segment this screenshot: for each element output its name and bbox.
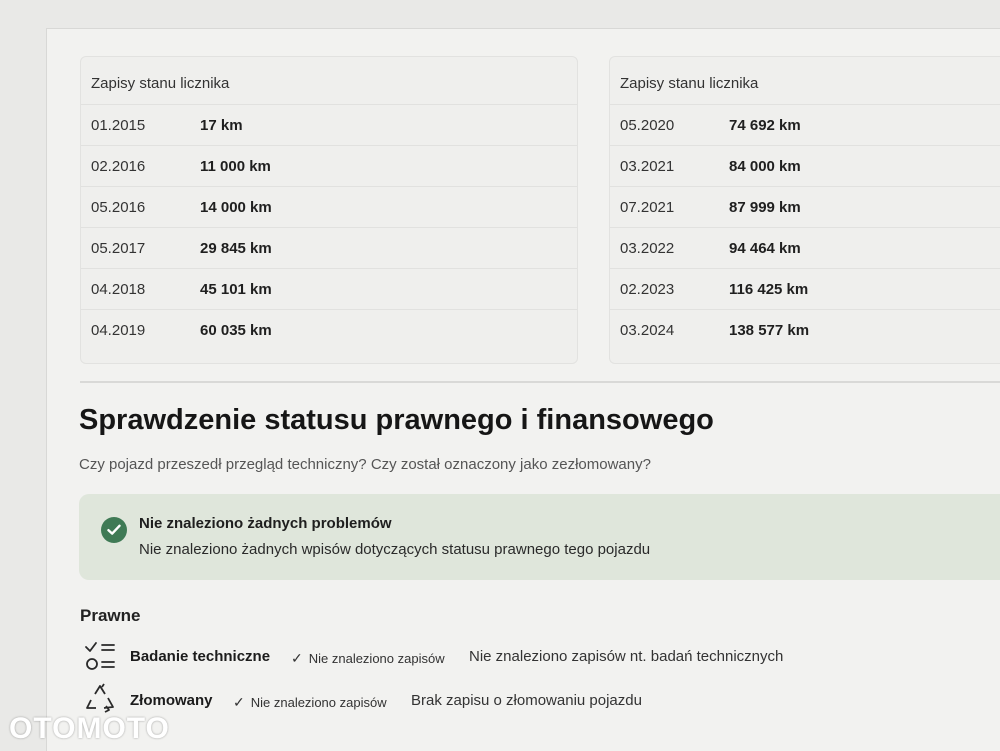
checklist-icon <box>82 638 118 674</box>
status-alert: Nie znaleziono żadnych problemów Nie zna… <box>79 494 1000 580</box>
odometer-row: 03.2021 84 000 km <box>610 145 1000 187</box>
legal-subsection-title: Prawne <box>80 606 141 625</box>
odometer-date: 02.2023 <box>620 281 675 298</box>
legal-item-status: ✓ Nie znaleziono zapisów <box>233 694 387 710</box>
odometer-km: 87 999 km <box>729 199 801 216</box>
odometer-row: 04.2018 45 101 km <box>81 268 577 310</box>
odometer-km: 60 035 km <box>200 322 272 339</box>
odometer-km: 29 845 km <box>200 240 272 257</box>
check-icon: ✓ <box>233 694 245 710</box>
odometer-row: 03.2022 94 464 km <box>610 227 1000 269</box>
alert-text: Nie znaleziono żadnych wpisów dotyczącyc… <box>139 541 651 558</box>
legal-section-subtitle: Czy pojazd przeszedł przegląd techniczny… <box>79 456 651 473</box>
odometer-date: 07.2021 <box>620 199 675 216</box>
odometer-card-left: Zapisy stanu licznika 01.2015 17 km 02.2… <box>80 56 578 364</box>
odometer-date: 01.2015 <box>91 117 146 134</box>
legal-item-inspection: Badanie techniczne ✓ Nie znaleziono zapis… <box>80 638 980 678</box>
odometer-km: 94 464 km <box>729 240 801 257</box>
odometer-card-title: Zapisy stanu licznika <box>91 75 230 92</box>
odometer-row: 04.2019 60 035 km <box>81 309 577 351</box>
odometer-row: 03.2024 138 577 km <box>610 309 1000 351</box>
check-circle-icon <box>101 517 127 543</box>
section-divider <box>80 381 1000 383</box>
odometer-row: 05.2016 14 000 km <box>81 186 577 228</box>
alert-title: Nie znaleziono żadnych problemów <box>139 515 392 532</box>
odometer-row: 02.2023 116 425 km <box>610 268 1000 310</box>
odometer-km: 84 000 km <box>729 158 801 175</box>
odometer-date: 04.2018 <box>91 281 146 298</box>
odometer-date: 03.2024 <box>620 322 675 339</box>
check-icon: ✓ <box>291 650 303 666</box>
odometer-card-title: Zapisy stanu licznika <box>620 75 759 92</box>
odometer-row: 05.2017 29 845 km <box>81 227 577 269</box>
odometer-km: 14 000 km <box>200 199 272 216</box>
odometer-km: 116 425 km <box>729 281 809 298</box>
odometer-km: 138 577 km <box>729 322 810 339</box>
otomoto-watermark-logo: OTOMOTO <box>9 712 170 745</box>
odometer-row: 05.2020 74 692 km <box>610 104 1000 146</box>
legal-section-title: Sprawdzenie statusu prawnego i finansowe… <box>79 404 714 436</box>
odometer-date: 02.2016 <box>91 158 146 175</box>
odometer-row: 07.2021 87 999 km <box>610 186 1000 228</box>
odometer-date: 03.2021 <box>620 158 675 175</box>
odometer-km: 11 000 km <box>200 158 271 175</box>
legal-item-status: ✓ Nie znaleziono zapisów <box>291 650 445 666</box>
legal-item-name: Badanie techniczne <box>130 648 271 665</box>
odometer-row: 01.2015 17 km <box>81 104 577 146</box>
odometer-km: 45 101 km <box>200 281 272 298</box>
legal-item-scrapped: Złomowany ✓ Nie znaleziono zapisów Brak z… <box>80 682 980 722</box>
odometer-date: 04.2019 <box>91 322 146 339</box>
legal-item-description: Nie znaleziono zapisów nt. badań technic… <box>469 648 784 665</box>
legal-item-description: Brak zapisu o złomowaniu pojazdu <box>411 692 642 709</box>
odometer-date: 05.2017 <box>91 240 146 257</box>
odometer-km: 74 692 km <box>729 117 801 134</box>
odometer-date: 05.2016 <box>91 199 146 216</box>
legal-item-name: Złomowany <box>130 692 213 709</box>
odometer-km: 17 km <box>200 117 243 134</box>
odometer-date: 05.2020 <box>620 117 675 134</box>
odometer-card-right: Zapisy stanu licznika 05.2020 74 692 km … <box>609 56 1000 364</box>
odometer-date: 03.2022 <box>620 240 675 257</box>
odometer-row: 02.2016 11 000 km <box>81 145 577 187</box>
